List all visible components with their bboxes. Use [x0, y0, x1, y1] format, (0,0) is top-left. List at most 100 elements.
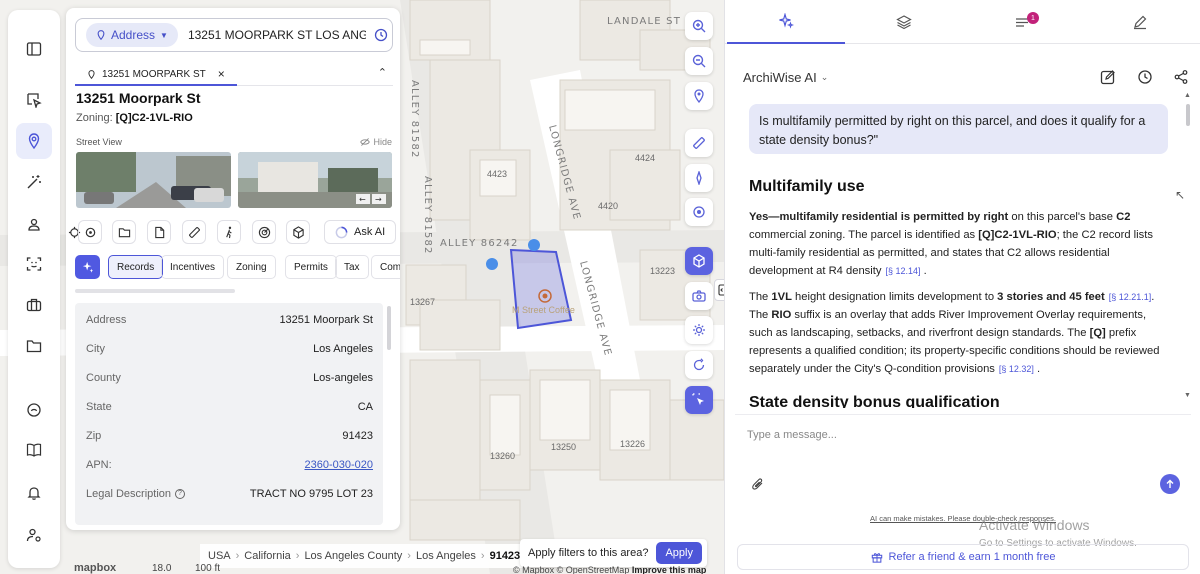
assistant-message: Multifamily use Yes—multifamily resident… [749, 178, 1169, 408]
hide-street-view-button[interactable]: Hide [360, 137, 392, 147]
apply-button[interactable]: Apply [656, 542, 702, 564]
info-icon[interactable]: ? [175, 488, 185, 499]
building-number: 4423 [487, 169, 507, 179]
share-button[interactable] [1170, 66, 1192, 88]
field-value: CA [357, 400, 373, 413]
breadcrumb-item[interactable]: California [244, 550, 290, 562]
tab-ai-chat[interactable] [727, 0, 845, 44]
notification-badge: 1 [1027, 12, 1039, 24]
breadcrumb-item[interactable]: Los Angeles County [304, 550, 402, 562]
paperclip-icon[interactable] [751, 477, 765, 491]
3d-view-button[interactable] [685, 247, 713, 275]
street-view-photo[interactable] [76, 152, 231, 208]
scroll-up-icon[interactable]: ▲ [1184, 92, 1191, 99]
ruler-icon [693, 137, 705, 149]
tab-tax[interactable]: Tax [335, 255, 369, 279]
close-icon[interactable]: × [218, 67, 225, 81]
docs-nav-button[interactable] [16, 432, 52, 468]
attribution-text[interactable]: © Mapbox © OpenStreetMap [513, 565, 629, 574]
property-tabs: Records Incentives Zoning Permits Tax Co… [75, 255, 400, 279]
assistant-selector[interactable]: ArchiWise AI ⌄ [743, 70, 828, 85]
message-composer[interactable]: Type a message... [735, 414, 1191, 504]
history-icon[interactable] [374, 28, 388, 42]
search-mode-dropdown[interactable]: Address ▼ [86, 23, 178, 47]
locate-button[interactable] [685, 82, 713, 110]
message-paragraph: Yes—multifamily residential is permitted… [749, 211, 1153, 277]
folder-icon [118, 227, 130, 237]
tab-zoning[interactable]: Zoning [227, 255, 276, 279]
scroll-down-icon[interactable]: ▼ [1184, 392, 1191, 399]
user-settings-icon [26, 528, 41, 542]
people-nav-button[interactable] [16, 206, 52, 242]
sidebar-toggle-button[interactable] [16, 31, 52, 67]
street-view-photo[interactable]: ← → [238, 152, 392, 208]
magic-wand-icon [27, 175, 41, 189]
reset-button[interactable] [685, 351, 713, 379]
citation-link[interactable]: [§ 12.21.1] [1109, 292, 1152, 302]
compass-button[interactable] [685, 164, 713, 192]
measure-tool-button[interactable] [182, 220, 206, 244]
citation-link[interactable]: [§ 12.32] [999, 364, 1034, 374]
left-rail [8, 10, 60, 568]
target-button[interactable] [685, 198, 713, 226]
field-label: County [86, 371, 121, 384]
compass-icon [696, 171, 702, 185]
magic-tool-button[interactable] [16, 164, 52, 200]
selected-parcels-row: 13251 MOORPARK ST × ⌃ [75, 64, 393, 86]
search-input[interactable]: 13251 MOORPARK ST LOS ANGELES [188, 28, 366, 42]
selected-parcel-chip[interactable]: 13251 MOORPARK ST × [75, 64, 237, 86]
screenshot-button[interactable] [685, 282, 713, 310]
account-nav-button[interactable] [16, 517, 52, 553]
building-number: 13267 [410, 297, 435, 307]
ruler-icon [188, 226, 200, 238]
select-tool-button[interactable] [16, 82, 52, 118]
chevron-up-icon[interactable]: ⌃ [378, 66, 387, 79]
files-nav-button[interactable] [16, 328, 52, 364]
save-folder-button[interactable] [112, 220, 136, 244]
ask-ai-button[interactable]: Ask AI [324, 220, 397, 244]
ai-summary-tab[interactable] [75, 255, 100, 279]
projects-nav-button[interactable] [16, 287, 52, 323]
brightness-button[interactable] [685, 316, 713, 344]
tabs-scrollbar[interactable] [75, 289, 235, 293]
citation-link[interactable]: [§ 12.14] [885, 266, 920, 276]
support-nav-button[interactable] [16, 392, 52, 428]
referral-banner[interactable]: Refer a friend & earn 1 month free [737, 544, 1189, 570]
chevron-right-icon: › [235, 550, 240, 562]
panel-scrollbar[interactable] [387, 306, 391, 350]
tab-incentives[interactable]: Incentives [161, 255, 225, 279]
locate-parcel-button[interactable] [78, 220, 102, 244]
radar-icon [258, 226, 270, 238]
zoom-level: 18.0 [152, 563, 172, 574]
breadcrumb-item[interactable]: USA [208, 550, 231, 562]
tab-layers[interactable] [845, 0, 963, 44]
text-run: height designation limits development to [791, 291, 998, 303]
chat-scrollbar[interactable] [1186, 104, 1190, 126]
tab-permits[interactable]: Permits [285, 255, 337, 279]
message-input[interactable]: Type a message... [747, 429, 837, 441]
3d-model-button[interactable] [286, 220, 310, 244]
tab-tasks[interactable]: 1 [963, 0, 1081, 44]
tab-sketch[interactable] [1081, 0, 1199, 44]
scan-nav-button[interactable] [16, 246, 52, 282]
select-area-button[interactable] [685, 386, 713, 414]
tab-comps[interactable]: Com [371, 255, 400, 279]
properties-nav-button[interactable] [16, 123, 52, 159]
zoom-out-button[interactable] [685, 47, 713, 75]
tab-records[interactable]: Records [108, 255, 164, 279]
new-chat-button[interactable] [1097, 66, 1119, 88]
walk-score-button[interactable] [217, 220, 241, 244]
apn-link[interactable]: 2360-030-020 [304, 459, 373, 471]
field-value: Los Angeles [313, 342, 373, 355]
notifications-nav-button[interactable] [16, 475, 52, 511]
send-button[interactable] [1160, 474, 1180, 494]
history-button[interactable] [1134, 66, 1156, 88]
report-button[interactable] [147, 220, 171, 244]
measure-button[interactable] [685, 129, 713, 157]
improve-map-link[interactable]: Improve this map [632, 565, 707, 574]
breadcrumb-item[interactable]: Los Angeles [416, 550, 476, 562]
mapbox-logo[interactable]: mapbox [74, 562, 116, 574]
building-number: 13260 [490, 451, 515, 461]
zoom-in-button[interactable] [685, 12, 713, 40]
radius-button[interactable] [252, 220, 276, 244]
